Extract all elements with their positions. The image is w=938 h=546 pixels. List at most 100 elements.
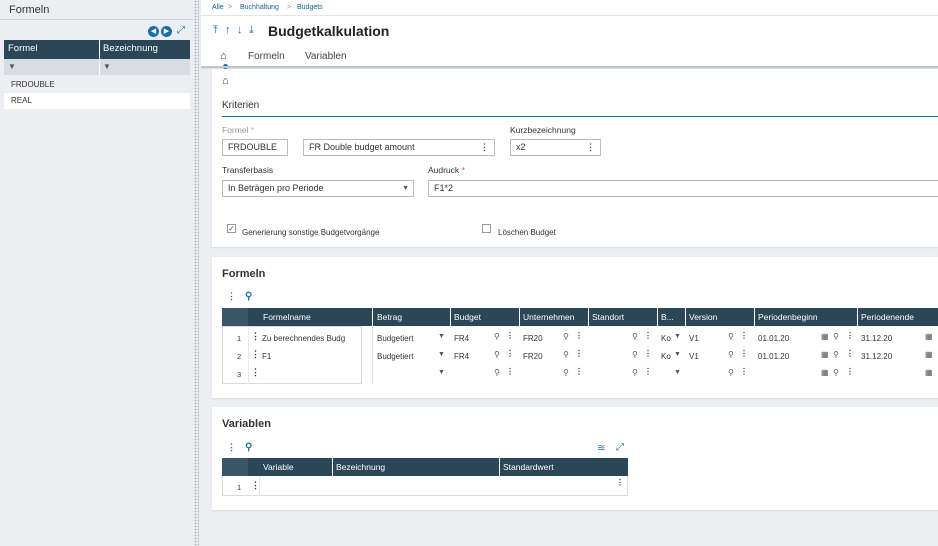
search-icon[interactable]: ⚲ <box>728 332 734 341</box>
column-bezeichnung[interactable]: Bezeichnung <box>336 462 385 472</box>
more-icon[interactable]: ⋮ <box>644 349 652 358</box>
column-formel[interactable]: Formel <box>8 43 38 54</box>
formel-description-field[interactable]: FR Double budget amount ⋮ <box>303 139 495 156</box>
calendar-icon[interactable]: ▦ <box>821 350 829 359</box>
betrag-cell[interactable]: Budgetiert <box>377 334 413 343</box>
more-icon[interactable]: ⋮ <box>575 367 583 376</box>
more-icon[interactable]: ⋮ <box>846 367 854 376</box>
periodenbeginn-cell[interactable]: 01.01.20 <box>758 334 789 343</box>
search-icon[interactable]: ⚲ <box>245 442 252 453</box>
more-icon[interactable]: ⋮ <box>506 367 514 376</box>
column-periodenbeginn[interactable]: Periodenbeginn <box>758 312 818 322</box>
column-betrag[interactable]: Betrag <box>377 312 402 322</box>
more-icon[interactable]: ⋮ <box>227 291 236 302</box>
more-icon[interactable]: ⋮ <box>740 331 748 340</box>
search-icon[interactable]: ⚲ <box>632 368 638 377</box>
column-version[interactable]: Version <box>689 312 717 322</box>
periodenende-cell[interactable]: 31.12.20 <box>861 352 892 361</box>
last-record-icon[interactable]: ⤓ <box>249 24 254 37</box>
column-variable[interactable]: Variable <box>263 462 294 472</box>
kurzbezeichnung-field[interactable]: x2 ⋮ <box>510 139 601 156</box>
ausdruck-field[interactable]: F1*2 <box>428 180 938 197</box>
table-row[interactable]: 3 ⋮ ▼ ⚲ ⋮ ⚲ ⋮ ⚲ ⋮ ▼ ⚲ ⋮ ▦ ⚲ ⋮ ▦ <box>222 365 938 383</box>
row-actions-icon[interactable]: ⋮ <box>251 349 260 360</box>
column-periodenende[interactable]: Periodenende <box>861 312 914 322</box>
panel-splitter[interactable] <box>194 0 199 546</box>
home-icon[interactable]: ⌂ <box>220 50 227 62</box>
chevron-down-icon[interactable]: ▼ <box>438 369 445 376</box>
list-item[interactable]: FRDOUBLE <box>4 77 190 93</box>
more-icon[interactable]: ⋮ <box>575 349 583 358</box>
next-record-icon[interactable]: ↓ <box>237 24 243 36</box>
search-icon[interactable]: ⚲ <box>245 291 252 302</box>
column-bezeichnung[interactable]: Bezeichnung <box>103 43 158 54</box>
column-b[interactable]: B... <box>661 312 674 322</box>
chevron-down-icon[interactable]: ▼ <box>438 333 445 340</box>
table-row[interactable]: 1 ⋮ Zu berechnendes Budg Budgetiert ▼ FR… <box>222 329 938 347</box>
breadcrumb-item[interactable]: Alle <box>212 4 224 11</box>
search-icon[interactable]: ⚲ <box>563 368 569 377</box>
chevron-down-icon[interactable]: ▼ <box>674 369 681 376</box>
column-standort[interactable]: Standort <box>592 312 624 322</box>
row-actions-icon[interactable]: ⋮ <box>251 331 260 342</box>
more-icon[interactable]: ⋮ <box>506 331 514 340</box>
unternehmen-cell[interactable]: FR20 <box>523 352 543 361</box>
home-icon[interactable]: ⌂ <box>222 75 229 87</box>
first-record-icon[interactable]: ⤒ <box>213 24 218 37</box>
column-formelname[interactable]: Formelname <box>263 312 311 322</box>
column-budget[interactable]: Budget <box>454 312 481 322</box>
loeschen-budget-checkbox[interactable] <box>482 224 491 233</box>
calendar-icon[interactable]: ▦ <box>925 332 933 341</box>
more-icon[interactable]: ⋮ <box>846 349 854 358</box>
transferbasis-select[interactable]: In Beträgen pro Periode ▼ <box>222 180 414 197</box>
more-icon[interactable]: ⋮ <box>227 442 236 453</box>
search-icon[interactable]: ⚲ <box>728 368 734 377</box>
search-icon[interactable]: ⚲ <box>494 332 500 341</box>
column-standardwert[interactable]: Standardwert <box>503 462 554 472</box>
breadcrumb-item[interactable]: Buchhaltung <box>240 4 279 11</box>
chevron-down-icon[interactable]: ▼ <box>674 351 681 358</box>
search-icon[interactable]: ⚲ <box>728 350 734 359</box>
more-icon[interactable]: ⋮ <box>480 140 489 155</box>
table-row[interactable]: 2 ⋮ F1 Budgetiert ▼ FR4 ⚲ ⋮ FR20 ⚲ ⋮ ⚲ ⋮… <box>222 347 938 365</box>
formelname-cell[interactable]: Zu berechnendes Budg <box>262 334 345 343</box>
table-row[interactable]: 1 ⋮ ⋮ <box>222 476 628 496</box>
search-icon[interactable]: ⚲ <box>833 332 839 341</box>
periodenende-cell[interactable]: 31.12.20 <box>861 334 892 343</box>
list-item[interactable]: REAL <box>4 93 190 109</box>
layers-icon[interactable]: ≋ <box>597 443 605 454</box>
search-icon[interactable]: ⚲ <box>494 368 500 377</box>
previous-icon[interactable]: ◀ <box>148 26 159 37</box>
version-cell[interactable]: V1 <box>689 334 699 343</box>
filter-icon[interactable]: ▼ <box>103 62 111 71</box>
more-icon[interactable]: ⋮ <box>506 349 514 358</box>
chevron-down-icon[interactable]: ▼ <box>674 333 681 340</box>
column-unternehmen[interactable]: Unternehmen <box>523 312 575 322</box>
chevron-down-icon[interactable]: ▼ <box>438 351 445 358</box>
tab-formeln[interactable]: Formeln <box>248 51 285 62</box>
formelname-cell[interactable]: F1 <box>262 352 271 361</box>
generierung-checkbox[interactable]: ✓ <box>227 224 236 233</box>
more-icon[interactable]: ⋮ <box>586 140 595 155</box>
expand-icon[interactable]: ⤢ <box>177 25 185 36</box>
b-cell[interactable]: Ko <box>661 334 671 343</box>
version-cell[interactable]: V1 <box>689 352 699 361</box>
more-icon[interactable]: ⋮ <box>616 478 624 487</box>
breadcrumb-item[interactable]: Budgets <box>297 4 323 11</box>
unternehmen-cell[interactable]: FR20 <box>523 334 543 343</box>
more-icon[interactable]: ⋮ <box>644 331 652 340</box>
filter-icon[interactable]: ▼ <box>8 62 16 71</box>
formel-field[interactable]: FRDOUBLE <box>222 139 288 156</box>
calendar-icon[interactable]: ▦ <box>821 368 829 377</box>
more-icon[interactable]: ⋮ <box>644 367 652 376</box>
calendar-icon[interactable]: ▦ <box>925 350 933 359</box>
search-icon[interactable]: ⚲ <box>563 332 569 341</box>
search-icon[interactable]: ⚲ <box>563 350 569 359</box>
budget-cell[interactable]: FR4 <box>454 352 469 361</box>
periodenbeginn-cell[interactable]: 01.01.20 <box>758 352 789 361</box>
search-icon[interactable]: ⚲ <box>632 332 638 341</box>
previous-record-icon[interactable]: ↑ <box>225 24 231 36</box>
betrag-cell[interactable]: Budgetiert <box>377 352 413 361</box>
calendar-icon[interactable]: ▦ <box>925 368 933 377</box>
more-icon[interactable]: ⋮ <box>846 331 854 340</box>
